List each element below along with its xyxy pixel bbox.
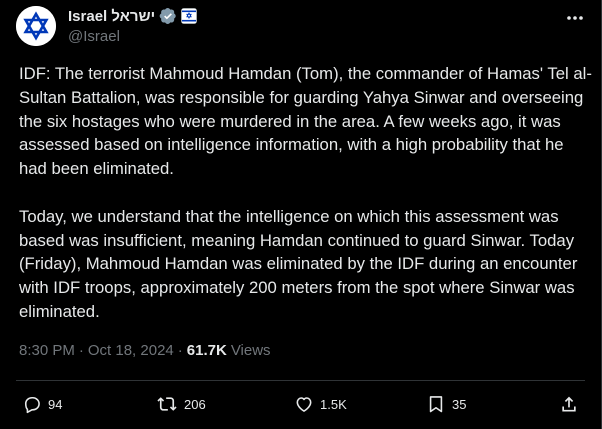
tweet-date[interactable]: Oct 18, 2024 (88, 342, 174, 359)
like-button[interactable]: 1.5K (294, 392, 347, 416)
bookmark-icon (429, 396, 443, 413)
bookmark-button[interactable]: 35 (426, 392, 466, 416)
display-name[interactable]: Israel ישראל (68, 8, 155, 25)
tweet-meta: 8:30 PM · Oct 18, 2024 · 61.7K Views (19, 342, 271, 359)
star-of-david-icon (16, 6, 56, 46)
share-icon (562, 396, 576, 412)
tweet-text: IDF: The terrorist Mahmoud Hamdan (Tom),… (19, 62, 594, 324)
share-button[interactable] (559, 392, 579, 416)
heart-icon (296, 397, 312, 412)
reply-button[interactable]: 94 (22, 392, 62, 416)
israel-flag-icon[interactable] (181, 8, 197, 24)
views-count[interactable]: 61.7K (187, 342, 227, 359)
tweet-paragraph-2: Today, we understand that the intelligen… (19, 206, 578, 321)
name-row: Israel ישראל (68, 6, 561, 26)
reply-count: 94 (48, 396, 63, 412)
avatar[interactable] (16, 6, 56, 46)
like-count: 1.5K (320, 396, 347, 412)
verified-badge-icon[interactable] (159, 7, 177, 25)
repost-icon (157, 397, 177, 411)
tweet-paragraph-1: IDF: The terrorist Mahmoud Hamdan (Tom),… (19, 64, 592, 179)
tweet-header: Israel ישראל @Israel (68, 6, 561, 45)
views-label: Views (230, 342, 271, 359)
reply-icon (24, 396, 40, 414)
tweet-time[interactable]: 8:30 PM (19, 342, 75, 359)
divider (16, 380, 585, 381)
more-options-icon[interactable] (565, 10, 585, 26)
bookmark-count: 35 (452, 396, 467, 412)
tweet-card: Israel ישראל @Israel IDF: The terrorist … (0, 0, 602, 429)
meta-separator-2: · (177, 342, 183, 359)
handle[interactable]: @Israel (68, 28, 561, 45)
meta-separator: · (78, 342, 84, 359)
repost-count: 206 (184, 396, 206, 412)
action-bar: 94 206 1.5K 35 (16, 392, 585, 416)
repost-button[interactable]: 206 (156, 392, 206, 416)
